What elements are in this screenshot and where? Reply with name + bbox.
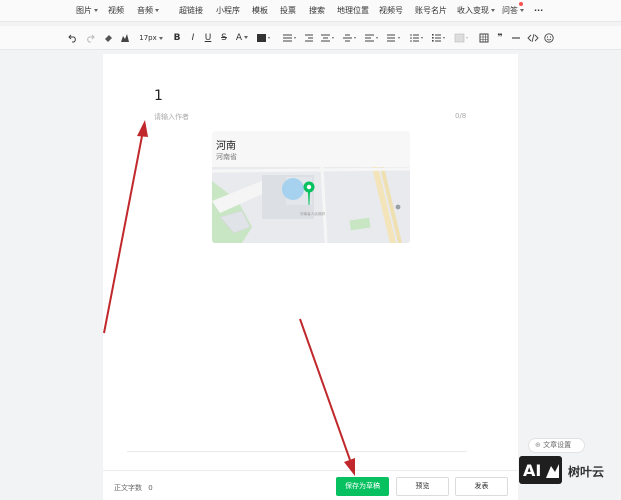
location-subtitle: 河南省: [216, 153, 237, 161]
insert-menu-bar: 图片 视频 音频 超链接 小程序 模板 投票 搜索 地理位置 视频号 账号名片 …: [0, 0, 621, 22]
font-color-button[interactable]: A: [235, 30, 249, 46]
ordered-list-icon[interactable]: [409, 30, 425, 46]
map-image: 河南省人民政府: [212, 166, 410, 243]
word-count-label: 正文字数: [114, 484, 142, 492]
highlight-color-icon[interactable]: [256, 30, 272, 46]
font-size-select[interactable]: 17px: [139, 30, 163, 46]
editor-page: 1 请输入作者 0/8 河南 河南省 河南省人民政府: [103, 54, 518, 500]
menu-video[interactable]: 视频: [108, 5, 124, 17]
quote-icon[interactable]: ❞: [495, 30, 505, 46]
svg-text:AI: AI: [523, 461, 541, 480]
italic-button[interactable]: I: [188, 30, 198, 46]
menu-account-card[interactable]: 账号名片: [415, 5, 447, 17]
menu-search[interactable]: 搜索: [309, 5, 325, 17]
watermark-logo: AI: [519, 456, 562, 484]
underline-button[interactable]: U: [203, 30, 213, 46]
word-count: 正文字数 0: [114, 483, 153, 493]
menu-qa[interactable]: 问答: [502, 5, 524, 17]
chevron-down-icon: [94, 9, 98, 12]
watermark-text: 树叶云: [568, 465, 605, 479]
preview-button[interactable]: 预览: [396, 477, 449, 496]
strikethrough-button[interactable]: S: [219, 30, 229, 46]
article-settings-button[interactable]: ⊕ 文章设置: [528, 438, 585, 453]
format-painter-icon[interactable]: [120, 30, 130, 46]
line-height-icon[interactable]: [342, 30, 358, 46]
emoji-icon[interactable]: [543, 30, 555, 46]
publish-button[interactable]: 发表: [455, 477, 508, 496]
menu-location[interactable]: 地理位置: [337, 5, 369, 17]
border-style-icon[interactable]: [454, 30, 470, 46]
location-map: 河南省人民政府: [212, 166, 410, 243]
menu-channels[interactable]: 视频号: [379, 5, 403, 17]
menu-mini-program[interactable]: 小程序: [216, 5, 240, 17]
menu-hyperlink[interactable]: 超链接: [179, 5, 203, 17]
undo-icon[interactable]: [68, 30, 78, 46]
redo-icon[interactable]: [85, 30, 95, 46]
menu-image[interactable]: 图片: [76, 5, 98, 17]
format-toolbar: 17px B I U S A ❞: [0, 26, 621, 50]
chevron-down-icon: [158, 36, 163, 40]
horizontal-rule-icon[interactable]: [511, 30, 521, 46]
code-icon[interactable]: [527, 30, 539, 46]
indent-icon[interactable]: [304, 30, 314, 46]
align-center-icon[interactable]: [320, 30, 336, 46]
align-menu-icon[interactable]: [282, 30, 298, 46]
unordered-list-icon[interactable]: [431, 30, 447, 46]
author-input[interactable]: 请输入作者: [154, 112, 189, 122]
chevron-down-icon: [520, 9, 524, 12]
settings-icon: ⊕: [535, 441, 541, 449]
author-char-count: 0/8: [455, 112, 467, 120]
chevron-down-icon: [244, 36, 249, 39]
watermark-logo-icon: AI: [523, 461, 559, 480]
content-divider: [127, 451, 467, 452]
more-menu-button[interactable]: ···: [534, 5, 543, 17]
paragraph-spacing-icon[interactable]: [364, 30, 380, 46]
letter-spacing-icon[interactable]: [386, 30, 402, 46]
chevron-down-icon: [491, 9, 495, 12]
location-name: 河南: [216, 141, 236, 152]
menu-monetize[interactable]: 收入变现: [457, 5, 495, 17]
location-card[interactable]: 河南 河南省 河南省人民政府: [212, 131, 410, 243]
menu-vote[interactable]: 投票: [280, 5, 296, 17]
article-title-input[interactable]: 1: [154, 88, 163, 104]
menu-template[interactable]: 模板: [252, 5, 268, 17]
map-label: 河南省人民政府: [300, 211, 326, 216]
bold-button[interactable]: B: [172, 30, 182, 46]
eraser-icon[interactable]: [103, 30, 113, 46]
menu-audio[interactable]: 音频: [137, 5, 159, 17]
save-draft-button[interactable]: 保存为草稿: [336, 477, 389, 496]
table-icon[interactable]: [479, 30, 489, 46]
notification-dot: [519, 2, 523, 6]
word-count-value: 0: [148, 484, 153, 492]
chevron-down-icon: [155, 9, 159, 12]
